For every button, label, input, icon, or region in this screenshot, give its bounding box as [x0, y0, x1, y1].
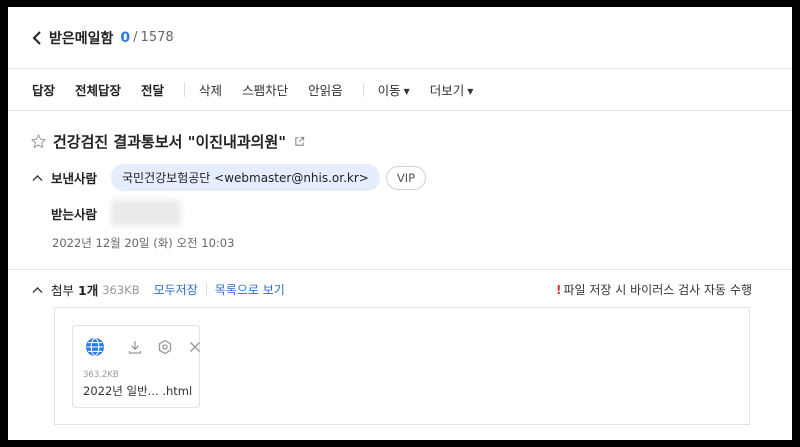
mark-unread-button[interactable]: 안읽음 — [308, 80, 343, 99]
mail-view: 받은메일함 0 / 1578 답장 전체답장 전달 삭제 스팸차단 안읽음 이동… — [8, 7, 792, 440]
recipient-label: 받는사람 — [51, 206, 98, 222]
attachment-card-icons — [85, 337, 203, 357]
reply-button[interactable]: 답장 — [32, 80, 55, 99]
attachment-title: 첨부 1개 — [51, 280, 98, 299]
recipient-row: 받는사람 — [8, 200, 792, 226]
recipient-redacted — [111, 200, 181, 226]
chevron-up-icon[interactable] — [32, 286, 43, 294]
attachment-file-name: 2022년 일반... .html — [83, 384, 193, 398]
spam-block-button[interactable]: 스팸차단 — [242, 80, 288, 99]
chevron-left-icon — [32, 30, 41, 45]
attachment-label: 첨부 — [51, 283, 75, 298]
count-separator: / — [133, 30, 138, 45]
delete-button[interactable]: 삭제 — [199, 80, 222, 99]
security-scan-icon[interactable] — [157, 339, 173, 355]
view-as-list-link[interactable]: 목록으로 보기 — [215, 281, 285, 298]
subject-row: 건강검진 결과통보서 "이진내과의원" — [8, 131, 792, 152]
mail-subject: 건강검진 결과통보서 "이진내과의원" — [53, 133, 287, 151]
mailbox-header: 받은메일함 0 / 1578 — [8, 7, 792, 69]
virus-scan-text: 파일 저장 시 바이러스 검사 자동 수행 — [563, 283, 753, 297]
attachment-divider — [205, 283, 207, 296]
forward-button[interactable]: 전달 — [141, 80, 164, 99]
warning-icon: ! — [556, 283, 562, 297]
save-all-link[interactable]: 모두저장 — [154, 281, 198, 298]
star-icon[interactable] — [30, 133, 47, 150]
move-dropdown[interactable]: 이동 ▼ — [378, 80, 410, 99]
toolbar-divider — [362, 82, 364, 97]
globe-icon — [85, 337, 105, 357]
total-count: 1578 — [140, 30, 174, 45]
sender-label: 보낸사람 — [51, 171, 98, 186]
attachment-count: 1개 — [78, 283, 99, 298]
reply-all-button[interactable]: 전체답장 — [75, 80, 121, 99]
back-button[interactable]: 받은메일함 — [32, 28, 113, 48]
chevron-up-icon[interactable] — [32, 174, 43, 182]
attachment-card[interactable]: 363.2KB 2022년 일반... .html — [72, 325, 200, 408]
vip-button[interactable]: VIP — [385, 165, 427, 190]
open-new-window-icon[interactable] — [286, 136, 305, 147]
attachment-panel: 363.2KB 2022년 일반... .html — [54, 307, 750, 425]
attachment-file-size: 363.2KB — [83, 370, 119, 380]
sender-row: 보낸사람 국민건강보험공단 <webmaster@nhis.or.kr> VIP — [8, 164, 792, 191]
mail-toolbar: 답장 전체답장 전달 삭제 스팸차단 안읽음 이동 ▼ 더보기 ▼ — [8, 69, 792, 111]
attachment-header: 첨부 1개 363KB 모두저장 목록으로 보기 ! 파일 저장 시 바이러스 검… — [8, 269, 792, 309]
toolbar-divider — [184, 82, 186, 97]
caret-down-icon: ▼ — [403, 87, 410, 96]
virus-scan-notice: ! 파일 저장 시 바이러스 검사 자동 수행 — [556, 281, 752, 298]
mail-date: 2022년 12월 20일 (화) 오전 10:03 — [52, 236, 235, 250]
caret-down-icon: ▼ — [467, 87, 474, 96]
sender-chip[interactable]: 국민건강보험공단 <webmaster@nhis.or.kr> — [111, 164, 380, 191]
unread-count: 0 — [120, 29, 131, 46]
more-label: 더보기 — [429, 83, 465, 98]
close-icon[interactable] — [187, 339, 203, 355]
mailbox-name: 받은메일함 — [49, 30, 114, 47]
attachment-total-size: 363KB — [102, 282, 140, 297]
more-dropdown[interactable]: 더보기 ▼ — [430, 80, 474, 99]
download-icon[interactable] — [127, 339, 143, 355]
move-label: 이동 — [377, 83, 401, 98]
